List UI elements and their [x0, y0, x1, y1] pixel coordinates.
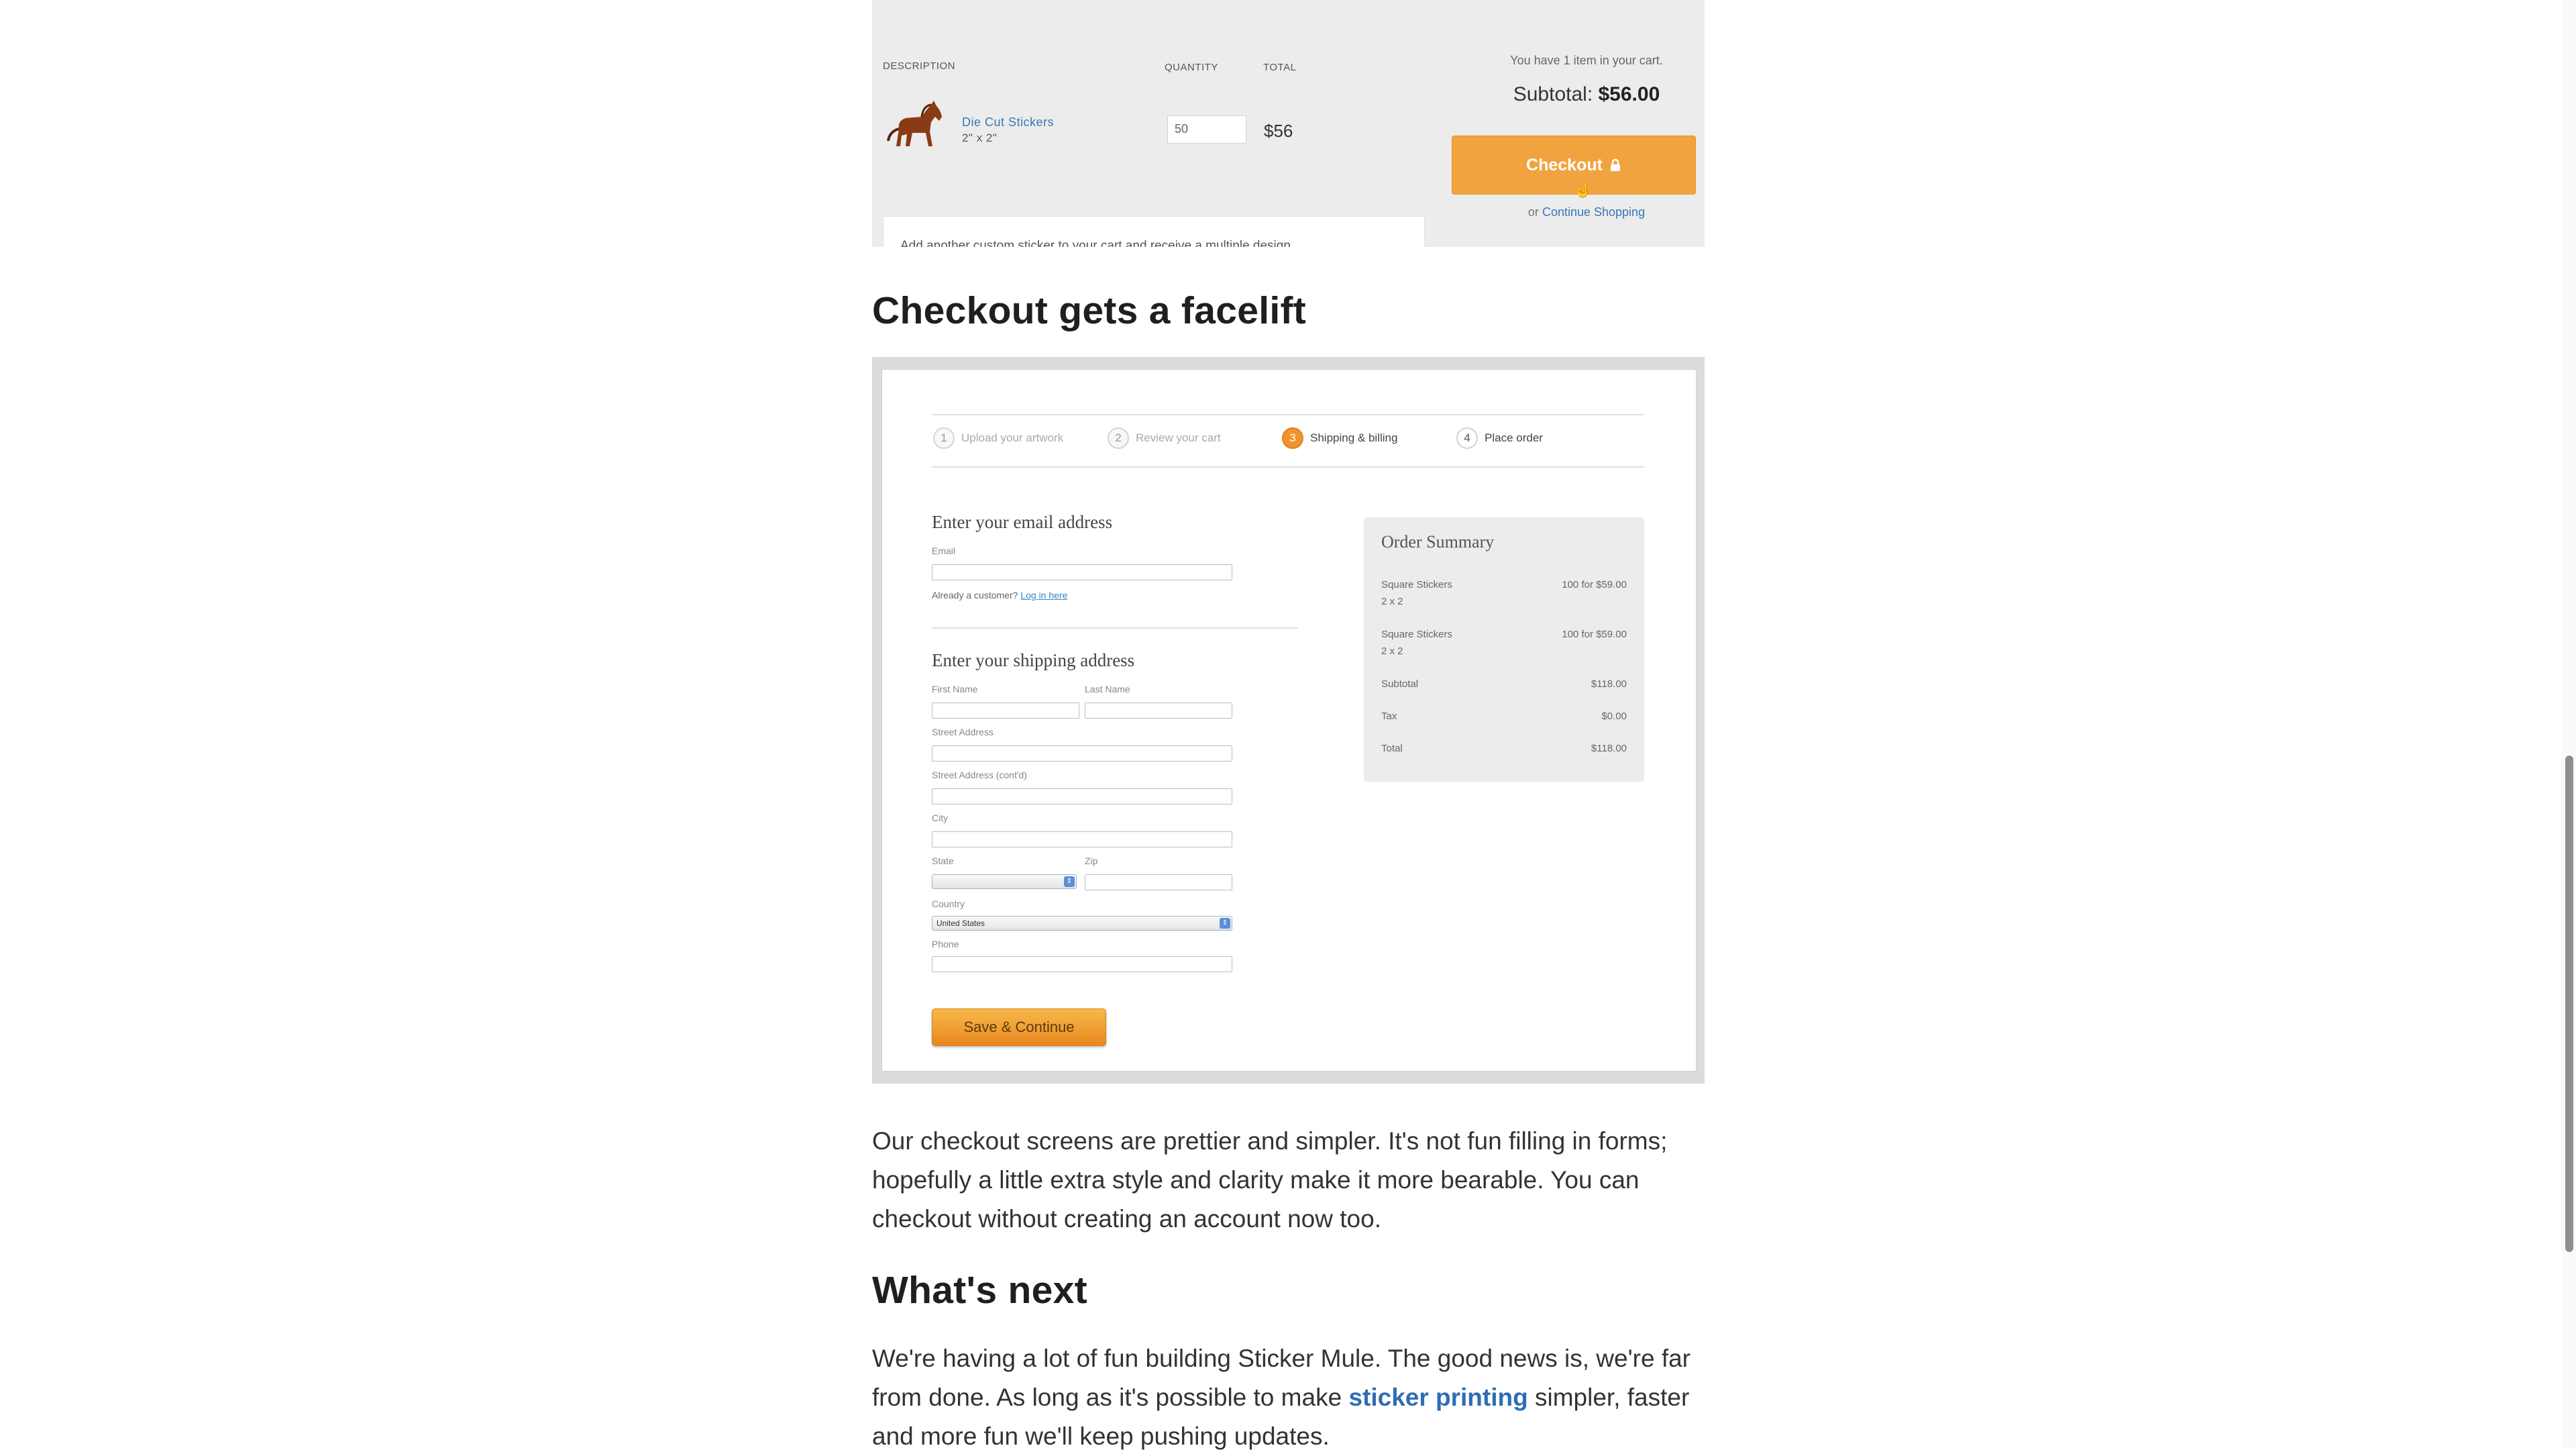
- summary-item-size: 2 x 2: [1381, 645, 1403, 657]
- state-label: State: [932, 855, 954, 866]
- first-name-field[interactable]: [932, 703, 1079, 719]
- first-name-label: First Name: [932, 684, 978, 694]
- email-heading: Enter your email address: [932, 512, 1113, 532]
- subtotal-label: Subtotal:: [1513, 83, 1593, 105]
- summary-subtotal-value: $118.00: [1591, 678, 1627, 690]
- order-summary: Order Summary Square Stickers 100 for $5…: [1364, 517, 1644, 782]
- heading-whats-next: What's next: [872, 1269, 1087, 1312]
- summary-total-label: Total: [1381, 743, 1403, 754]
- paragraph-checkout: Our checkout screens are prettier and si…: [872, 1127, 1668, 1233]
- step-number: 4: [1456, 427, 1478, 449]
- step-label: Place order: [1485, 431, 1543, 444]
- street-label: Street Address: [932, 727, 994, 737]
- paragraph-whats-next: We're having a lot of fun building Stick…: [872, 1339, 1705, 1456]
- heading-checkout-facelift: Checkout gets a facelift: [872, 289, 1307, 332]
- summary-subtotal-label: Subtotal: [1381, 678, 1419, 690]
- shipping-heading: Enter your shipping address: [932, 650, 1135, 670]
- step-label: Upload your artwork: [961, 431, 1064, 444]
- checkout-label: Checkout: [1526, 155, 1603, 174]
- login-prompt: Already a customer? Log in here: [932, 590, 1067, 601]
- step-number: 3: [1282, 427, 1303, 449]
- phone-field[interactable]: [932, 956, 1232, 972]
- divider: [932, 466, 1644, 468]
- phone-label: Phone: [932, 939, 959, 949]
- street-field[interactable]: [932, 745, 1232, 762]
- country-select[interactable]: United States ⇕: [932, 916, 1232, 931]
- step-label: Review your cart: [1136, 431, 1221, 444]
- summary-item-price: 100 for $59.00: [1562, 629, 1627, 640]
- checkout-form-frame: 1 Upload your artwork 2 Review your cart…: [881, 369, 1697, 1072]
- email-label: Email: [932, 545, 956, 556]
- cart-item-name[interactable]: Die Cut Stickers: [962, 115, 1054, 129]
- city-field[interactable]: [932, 831, 1232, 847]
- summary-item: Square Stickers 100 for $59.00 2 x 2: [1381, 579, 1627, 607]
- cart-subtotal: Subtotal: $56.00: [1476, 83, 1697, 106]
- city-label: City: [932, 813, 949, 823]
- continue-shopping-link[interactable]: Continue Shopping: [1542, 205, 1645, 219]
- summary-total-value: $118.00: [1591, 743, 1627, 754]
- cart-count-text: You have 1 item in your cart.: [1510, 54, 1663, 67]
- quantity-input[interactable]: 50: [1167, 115, 1246, 144]
- select-arrows-icon: ⇕: [1064, 876, 1075, 887]
- step-place-order: 4 Place order: [1456, 427, 1543, 449]
- summary-item-size: 2 x 2: [1381, 596, 1403, 607]
- summary-item-name: Square Stickers: [1381, 629, 1452, 640]
- select-arrows-icon: ⇕: [1220, 918, 1230, 929]
- cart-item-total: $56: [1264, 121, 1293, 141]
- lock-icon: [1610, 158, 1620, 171]
- divider: [932, 627, 1298, 629]
- customer-prompt: Already a customer?: [932, 590, 1018, 601]
- promo-text: Add another custom sticker to your cart …: [900, 239, 1291, 247]
- summary-tax-value: $0.00: [1601, 711, 1627, 722]
- email-field[interactable]: [932, 564, 1232, 580]
- step-upload: 1 Upload your artwork: [933, 427, 1063, 449]
- summary-tax-label: Tax: [1381, 711, 1397, 722]
- col-quantity: QUANTITY: [1165, 62, 1218, 73]
- summary-item-name: Square Stickers: [1381, 579, 1452, 590]
- step-number: 1: [933, 427, 955, 449]
- summary-item-price: 100 for $59.00: [1562, 579, 1627, 590]
- last-name-label: Last Name: [1085, 684, 1130, 694]
- summary-total: Total $118.00: [1381, 743, 1627, 754]
- country-value: United States: [936, 919, 985, 928]
- subtotal-value: $56.00: [1598, 83, 1660, 105]
- pointer-cursor-icon: ☝: [1574, 181, 1593, 198]
- zip-label: Zip: [1085, 855, 1098, 866]
- scrollbar-thumb[interactable]: [2565, 756, 2573, 1252]
- cart-screenshot: DESCRIPTION QUANTITY TOTAL Die Cut Stick…: [872, 0, 1705, 247]
- continue-shopping: or Continue Shopping: [1476, 205, 1697, 219]
- street2-label: Street Address (cont'd): [932, 770, 1027, 780]
- step-number: 2: [1108, 427, 1129, 449]
- step-shipping-billing: 3 Shipping & billing: [1282, 427, 1397, 449]
- save-continue-button[interactable]: Save & Continue: [932, 1008, 1106, 1046]
- checkout-screenshot: 1 Upload your artwork 2 Review your cart…: [872, 357, 1705, 1084]
- col-total: TOTAL: [1263, 62, 1297, 73]
- col-description: DESCRIPTION: [883, 60, 956, 72]
- cart-item-size: 2" x 2": [962, 132, 998, 144]
- order-summary-title: Order Summary: [1381, 532, 1495, 552]
- continue-prefix: or: [1527, 205, 1539, 219]
- summary-item: Square Stickers 100 for $59.00 2 x 2: [1381, 629, 1627, 657]
- country-label: Country: [932, 898, 965, 909]
- last-name-field[interactable]: [1085, 703, 1232, 719]
- state-select[interactable]: ⇕: [932, 874, 1077, 889]
- divider: [932, 414, 1644, 415]
- street2-field[interactable]: [932, 788, 1232, 804]
- step-label: Shipping & billing: [1310, 431, 1398, 444]
- step-review: 2 Review your cart: [1108, 427, 1221, 449]
- zip-field[interactable]: [1085, 874, 1232, 890]
- scrollbar[interactable]: [2561, 0, 2576, 1449]
- login-link[interactable]: Log in here: [1020, 590, 1067, 601]
- horse-sticker-icon: [887, 101, 942, 146]
- summary-subtotal: Subtotal $118.00: [1381, 678, 1627, 690]
- summary-tax: Tax $0.00: [1381, 711, 1627, 722]
- sticker-printing-link[interactable]: sticker printing: [1348, 1384, 1527, 1411]
